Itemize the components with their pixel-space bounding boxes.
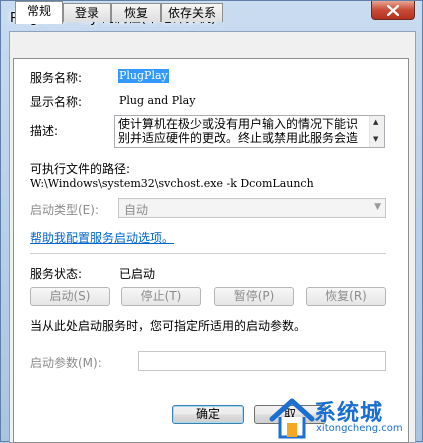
startup-type-label: 启动类型(E): — [30, 203, 99, 217]
site-watermark: 系统城 xitongcheng.com — [268, 393, 423, 443]
pause-button[interactable]: 暂停(P) — [214, 287, 294, 306]
description-box[interactable]: 使计算机在极少或没有用户输入的情况下能识别并适应硬件的更改。终止或禁用此服务会造… — [114, 115, 385, 148]
close-icon — [387, 4, 399, 16]
description-scrollbar[interactable]: ▲ ▼ — [369, 116, 384, 147]
start-params-hint: 当从此处启动服务时，您可指定所适用的启动参数。 — [30, 319, 307, 333]
display-name-value: Plug and Play — [119, 94, 196, 107]
startup-type-select[interactable]: 自动 ▼ — [118, 198, 386, 218]
startup-type-value: 自动 — [124, 203, 149, 217]
tab-logon[interactable]: 登录 — [63, 3, 111, 22]
properties-window: Plug and Play 的属性(本地计算机) 常规 登录 恢复 依存关系 服… — [0, 0, 423, 443]
service-name-label: 服务名称: — [30, 71, 83, 85]
start-params-label: 启动参数(M): — [30, 356, 102, 370]
ok-button[interactable]: 确定 — [172, 405, 244, 424]
stop-button[interactable]: 停止(T) — [121, 287, 201, 306]
service-name-value[interactable]: PlugPlay — [118, 69, 169, 83]
start-button[interactable]: 启动(S) — [30, 287, 110, 306]
tab-recovery[interactable]: 恢复 — [111, 3, 161, 22]
display-name-label: 显示名称: — [30, 95, 83, 109]
scroll-up-icon[interactable]: ▲ — [373, 118, 378, 126]
description-label: 描述: — [30, 124, 59, 138]
chevron-down-icon: ▼ — [374, 202, 381, 212]
watermark-url: xitongcheng.com — [316, 423, 403, 434]
scroll-down-icon[interactable]: ▼ — [373, 135, 378, 143]
start-params-input[interactable] — [138, 351, 386, 371]
help-configure-link[interactable]: 帮助我配置服务启动选项。 — [30, 229, 174, 246]
house-logo-icon — [269, 398, 315, 439]
service-status-label: 服务状态: — [30, 267, 83, 281]
resume-button[interactable]: 恢复(R) — [306, 287, 386, 306]
description-text: 使计算机在极少或没有用户输入的情况下能识别并适应硬件的更改。终止或禁用此服务会造 — [118, 117, 359, 145]
exec-path-label: 可执行文件的路径: — [30, 162, 131, 176]
close-button[interactable] — [371, 1, 415, 20]
separator — [30, 253, 386, 254]
service-status-value: 已启动 — [119, 267, 156, 281]
tab-general[interactable]: 常规 — [15, 1, 63, 24]
tab-dependencies[interactable]: 依存关系 — [161, 3, 223, 22]
exec-path-value: W:\Windows\system32\svchost.exe -k DcomL… — [30, 177, 314, 190]
